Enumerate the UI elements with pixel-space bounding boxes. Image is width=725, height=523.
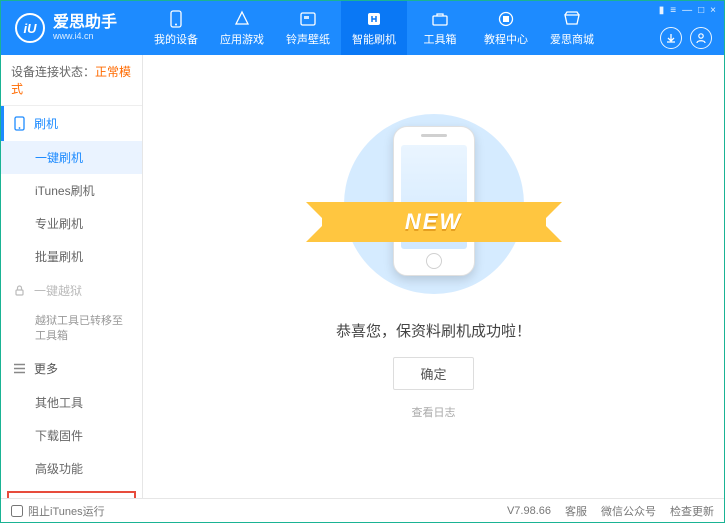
sidebar-item-advanced[interactable]: 高级功能 [1, 452, 142, 485]
window-controls: ▮ ≡ — □ × [659, 5, 716, 16]
header-user-area [660, 27, 712, 49]
new-ribbon: NEW [322, 202, 546, 242]
nav-apps-games[interactable]: 应用游戏 [209, 1, 275, 55]
checkbox-group-highlighted: 自动激活 跳过向导 [7, 491, 136, 498]
success-message: 恭喜您，保资料刷机成功啦！ [336, 320, 531, 341]
sidebar: 设备连接状态：正常模式 刷机 一键刷机 iTunes刷机 专业刷机 批量刷机 一… [1, 55, 143, 498]
nav-smart-flash[interactable]: 智能刷机 [341, 1, 407, 55]
sidebar-section-more[interactable]: 更多 [1, 351, 142, 386]
view-log-link[interactable]: 查看日志 [412, 404, 456, 420]
app-name: 爱思助手 [53, 15, 117, 31]
apps-icon [233, 10, 251, 28]
nav-ringtones-wallpaper[interactable]: 铃声壁纸 [275, 1, 341, 55]
checkbox-block-itunes[interactable] [11, 505, 23, 517]
logo-area: iU 爱思助手 www.i4.cn [1, 13, 143, 43]
block-itunes-label: 阻止iTunes运行 [28, 503, 105, 519]
nav-store[interactable]: 爱思商城 [539, 1, 605, 55]
flash-icon [365, 10, 383, 28]
top-nav: 我的设备 应用游戏 铃声壁纸 智能刷机 工具箱 教程中心 爱思商城 [143, 1, 605, 55]
minimize-button[interactable]: — [682, 5, 692, 16]
sidebar-section-flash[interactable]: 刷机 [1, 106, 142, 141]
phone-icon [167, 10, 185, 28]
maximize-button[interactable]: □ [698, 5, 704, 16]
sidebar-item-one-key-flash[interactable]: 一键刷机 [1, 141, 142, 174]
close-button[interactable]: × [710, 5, 716, 16]
nav-tutorials[interactable]: 教程中心 [473, 1, 539, 55]
lock-icon [13, 284, 26, 297]
jailbreak-note: 越狱工具已转移至工具箱 [1, 308, 142, 351]
nav-my-device[interactable]: 我的设备 [143, 1, 209, 55]
toolbox-icon [431, 10, 449, 28]
sidebar-section-jailbreak[interactable]: 一键越狱 [1, 273, 142, 308]
list-icon [13, 363, 26, 374]
sidebar-item-other-tools[interactable]: 其他工具 [1, 386, 142, 419]
store-icon [563, 10, 581, 28]
success-illustration: NEW [344, 114, 524, 294]
user-icon[interactable] [690, 27, 712, 49]
sidebar-item-pro-flash[interactable]: 专业刷机 [1, 207, 142, 240]
logo-icon: iU [15, 13, 45, 43]
wallpaper-icon [299, 10, 317, 28]
wechat-link[interactable]: 微信公众号 [601, 503, 656, 519]
phone-icon [13, 116, 26, 131]
download-icon[interactable] [660, 27, 682, 49]
app-header: iU 爱思助手 www.i4.cn 我的设备 应用游戏 铃声壁纸 智能刷机 工具… [1, 1, 724, 55]
nav-toolbox[interactable]: 工具箱 [407, 1, 473, 55]
lock-icon[interactable]: ▮ [659, 5, 665, 16]
menu-icon[interactable]: ≡ [670, 5, 676, 16]
ok-button[interactable]: 确定 [393, 357, 473, 390]
tutorials-icon [497, 10, 515, 28]
main-content: NEW 恭喜您，保资料刷机成功啦！ 确定 查看日志 [143, 55, 724, 498]
status-bar: 阻止iTunes运行 V7.98.66 客服 微信公众号 检查更新 [1, 498, 724, 522]
sidebar-item-itunes-flash[interactable]: iTunes刷机 [1, 174, 142, 207]
sidebar-item-batch-flash[interactable]: 批量刷机 [1, 240, 142, 273]
customer-service-link[interactable]: 客服 [565, 503, 587, 519]
sidebar-item-download-firmware[interactable]: 下载固件 [1, 419, 142, 452]
connection-status: 设备连接状态：正常模式 [1, 55, 142, 106]
version-label: V7.98.66 [507, 505, 551, 517]
app-url: www.i4.cn [53, 31, 117, 42]
check-update-link[interactable]: 检查更新 [670, 503, 714, 519]
